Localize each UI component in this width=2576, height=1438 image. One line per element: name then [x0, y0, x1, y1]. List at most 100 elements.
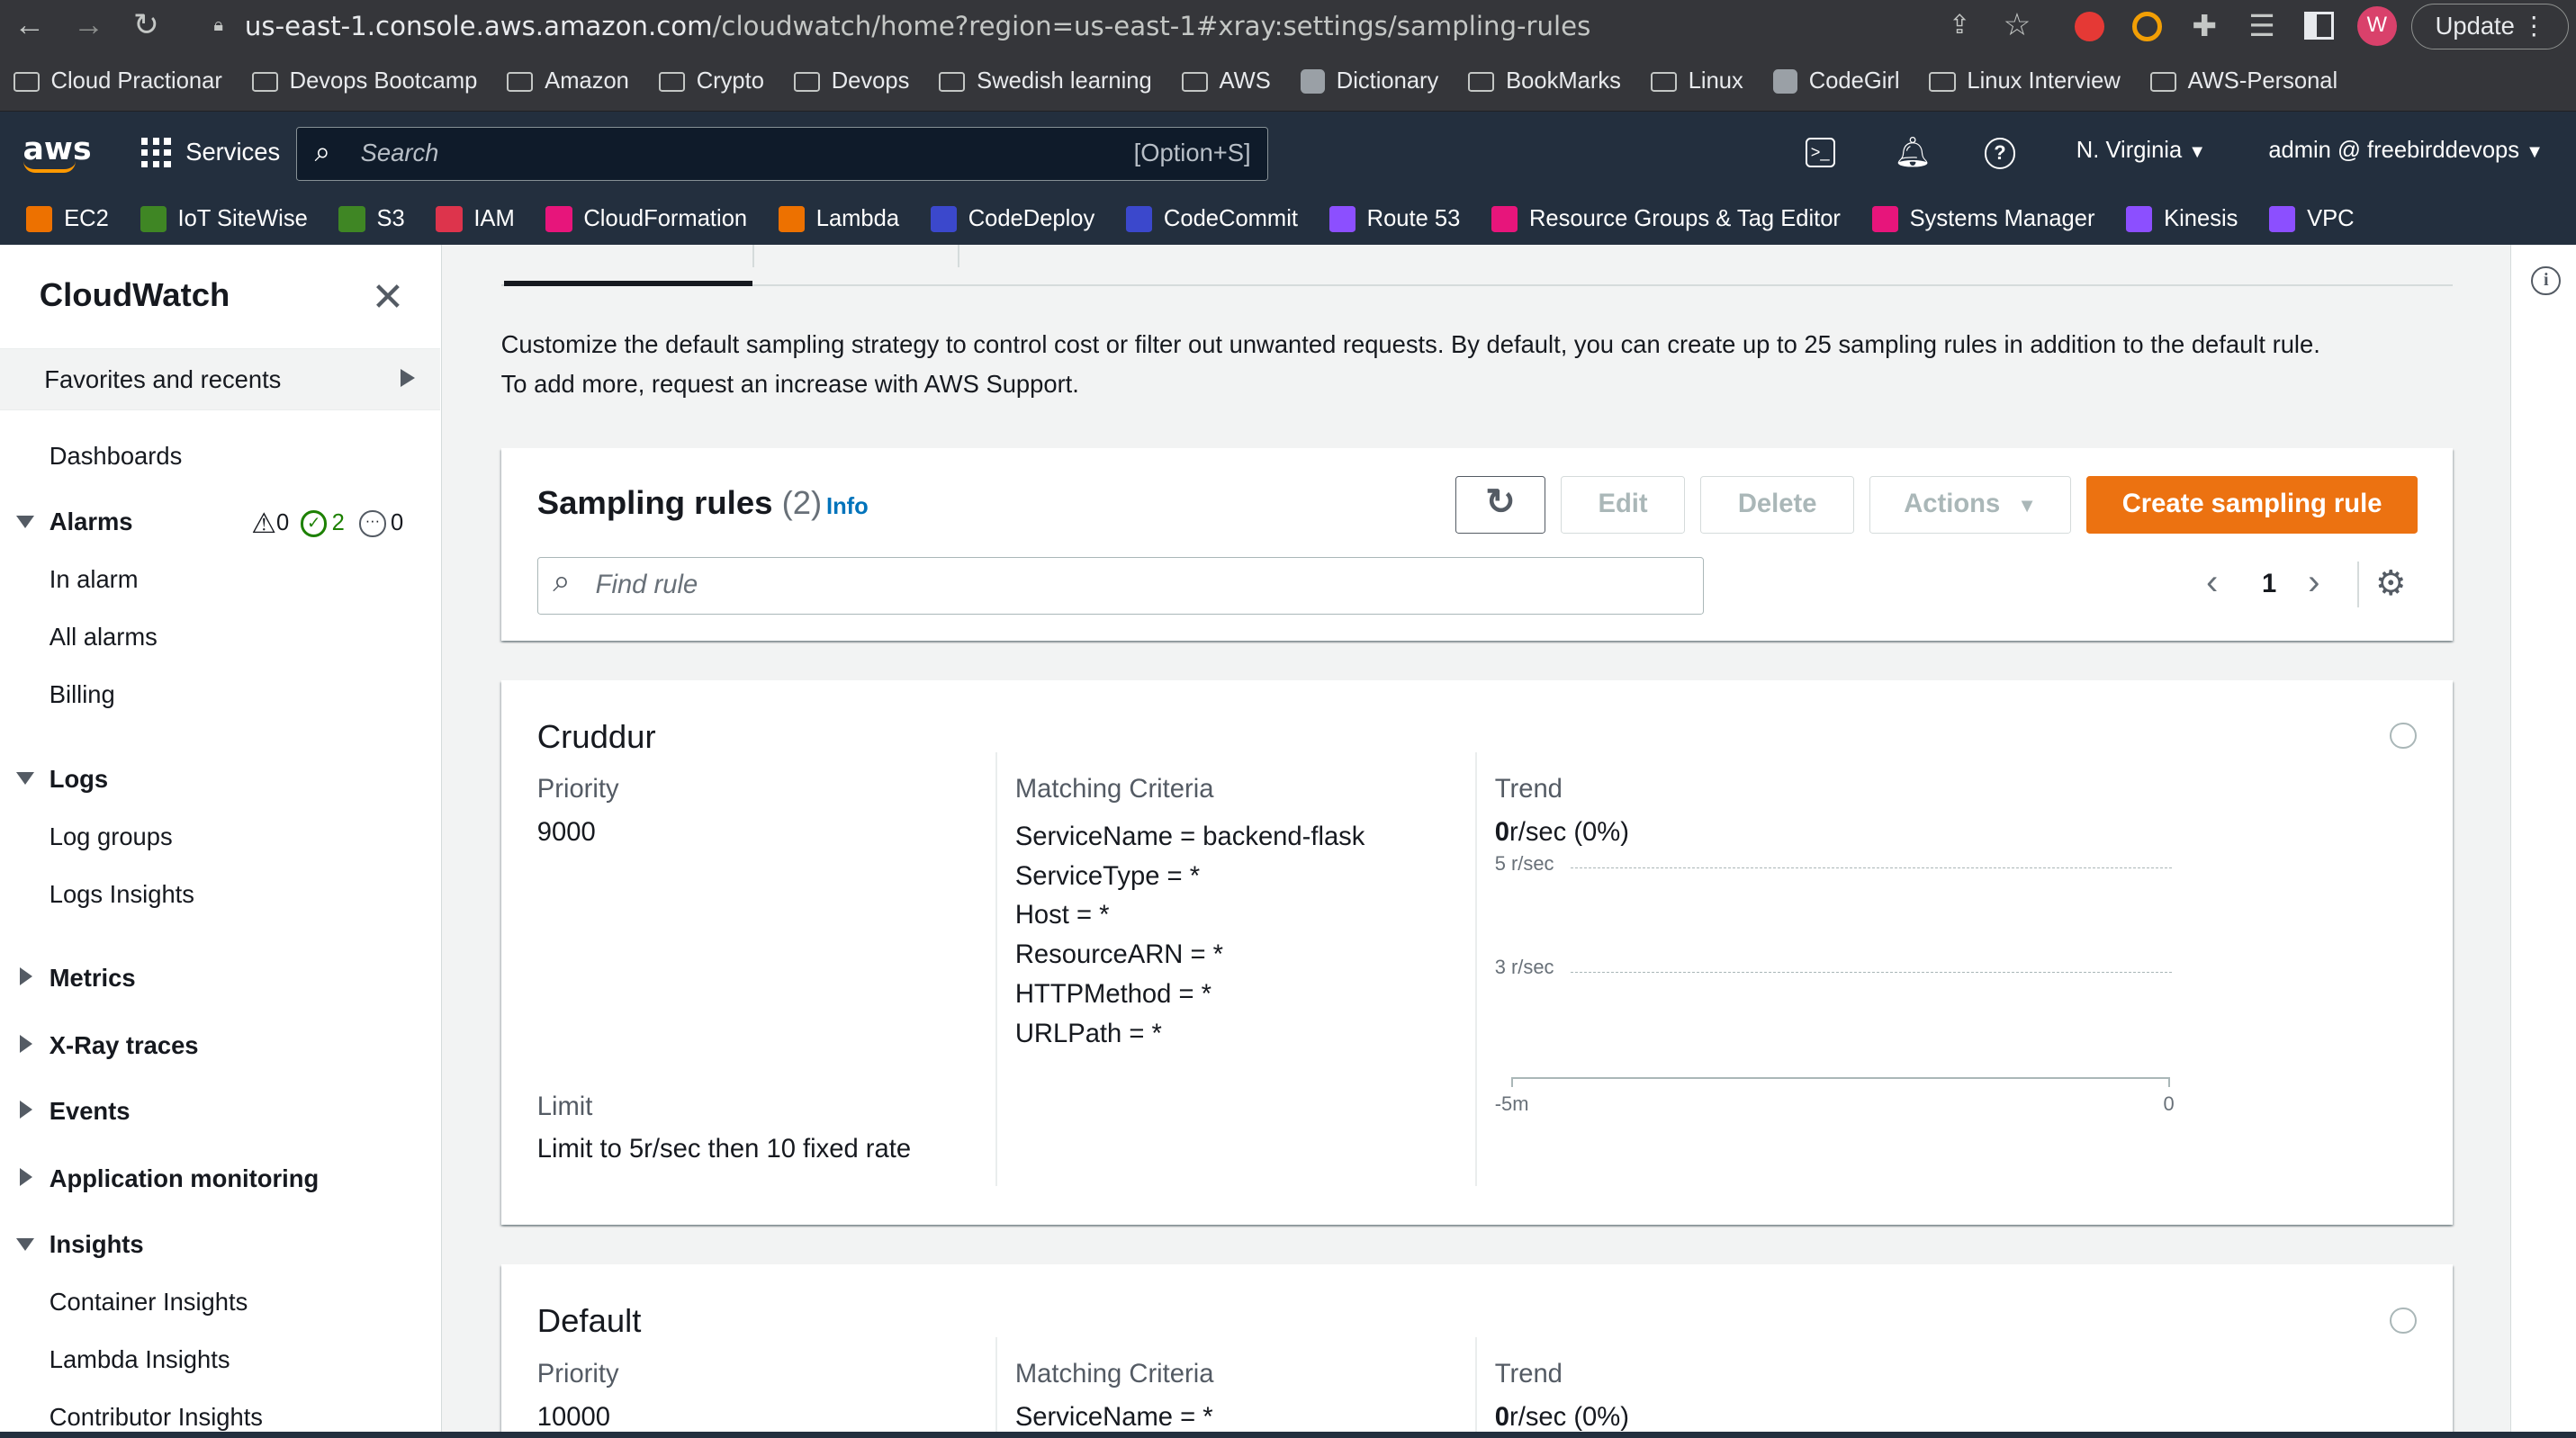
cloudshell-icon[interactable]: >_: [1805, 138, 1835, 168]
star-icon[interactable]: ☆: [1997, 6, 2037, 46]
account-menu[interactable]: admin @ freebirddevops ▼: [2268, 138, 2544, 164]
puzzle-icon[interactable]: ✚: [2184, 6, 2224, 46]
bookmark-item[interactable]: BookMarks: [1468, 68, 1621, 94]
trend-number: 0: [1494, 1402, 1509, 1432]
favorite-service[interactable]: VPC: [2269, 206, 2355, 233]
back-icon[interactable]: ←: [10, 6, 50, 46]
info-link[interactable]: Info: [826, 494, 869, 520]
bookmark-item[interactable]: AWS-Personal: [2149, 68, 2337, 94]
rule-card-default[interactable]: [500, 1264, 2453, 1438]
caret-right-icon[interactable]: [19, 1100, 32, 1119]
next-page-icon[interactable]: ›: [2308, 562, 2319, 603]
reload-icon[interactable]: ↻: [127, 6, 167, 46]
favorites-label: Favorites and recents: [44, 365, 282, 394]
caret-down-icon[interactable]: [16, 516, 35, 528]
services-menu[interactable]: Services: [185, 138, 280, 166]
bookmark-item[interactable]: Crypto: [658, 68, 764, 94]
sidebar-item-logs[interactable]: Logs: [50, 765, 108, 794]
service-icon: [436, 206, 463, 233]
rule-select-radio[interactable]: [2390, 1307, 2417, 1334]
sidebar-item-lambda-insights[interactable]: Lambda Insights: [50, 1345, 230, 1374]
update-button[interactable]: Update ⋮: [2411, 3, 2570, 49]
favorite-service[interactable]: CloudFormation: [545, 206, 747, 233]
extension-grammar-icon[interactable]: [2131, 11, 2162, 41]
caret-down-icon[interactable]: [16, 1238, 35, 1251]
sidebar-item-dashboards[interactable]: Dashboards: [50, 442, 183, 471]
service-icon: [1329, 206, 1356, 233]
bookmark-item[interactable]: Devops Bootcamp: [251, 68, 477, 94]
favorite-service[interactable]: EC2: [26, 206, 109, 233]
help-icon[interactable]: ?: [1984, 138, 2016, 169]
sidebar-item-contributor-insights[interactable]: Contributor Insights: [50, 1403, 263, 1432]
page-number[interactable]: 1: [2262, 570, 2276, 599]
favorite-service[interactable]: Kinesis: [2126, 206, 2238, 233]
sidebar-item-billing[interactable]: Billing: [50, 680, 115, 709]
favorites-and-recents[interactable]: Favorites and recents: [0, 347, 441, 411]
rule-select-radio[interactable]: [2390, 723, 2417, 750]
sidebar-item-log-groups[interactable]: Log groups: [50, 822, 173, 851]
prev-page-icon[interactable]: ‹: [2206, 562, 2218, 603]
favorite-service[interactable]: IAM: [436, 206, 515, 233]
bookmark-label: Amazon: [545, 68, 629, 94]
sidebar-item-insights[interactable]: Insights: [50, 1230, 144, 1259]
playlist-icon[interactable]: ☰: [2242, 6, 2282, 46]
forward-icon[interactable]: →: [69, 6, 109, 46]
service-icon: [26, 206, 53, 233]
caret-right-icon[interactable]: [19, 1167, 32, 1186]
alarm-count: 0: [276, 510, 290, 536]
caret-down-icon[interactable]: [16, 771, 35, 785]
bell-icon[interactable]: 🔔︎: [1894, 135, 1932, 170]
bookmark-item[interactable]: Devops: [793, 68, 909, 94]
bookmark-item[interactable]: Linux Interview: [1929, 68, 2121, 94]
bookmark-item[interactable]: Swedish learning: [939, 68, 1152, 94]
sidebar-item-events[interactable]: Events: [50, 1097, 131, 1126]
extension-adblock-icon[interactable]: [2074, 11, 2104, 41]
settings-icon[interactable]: ⚙: [2375, 563, 2406, 604]
address-bar[interactable]: us-east-1.console.aws.amazon.com/cloudwa…: [245, 0, 1986, 52]
sidebar-item-application-monitoring[interactable]: Application monitoring: [50, 1164, 319, 1193]
favorite-service[interactable]: IoT SiteWise: [140, 206, 308, 233]
bookmark-item[interactable]: Cloud Practionar: [13, 68, 222, 94]
folder-icon: [2149, 71, 2176, 92]
close-icon[interactable]: ✕: [371, 274, 404, 320]
search-input[interactable]: ⌕ Search [Option+S]: [295, 126, 1268, 181]
sidebar-item-xray[interactable]: X-Ray traces: [50, 1031, 199, 1060]
create-sampling-rule-button[interactable]: Create sampling rule: [2085, 476, 2418, 535]
warning-icon: ⚠︎: [251, 507, 277, 539]
sidebar-item-metrics[interactable]: Metrics: [50, 964, 136, 993]
bookmark-item[interactable]: Dictionary: [1300, 68, 1438, 94]
rule-name: Default: [536, 1302, 642, 1340]
sidepanel-icon[interactable]: [2304, 11, 2335, 40]
lock-icon[interactable]: 🔒︎: [199, 6, 239, 46]
edit-button[interactable]: Edit: [1560, 476, 1686, 535]
alarm-counts[interactable]: ⚠︎ 0 ✓ 2 ··· 0: [251, 508, 403, 540]
share-icon[interactable]: ⇪: [1940, 6, 1979, 46]
actions-button[interactable]: Actions ▼: [1869, 476, 2072, 535]
bookmark-item[interactable]: Amazon: [507, 68, 629, 94]
refresh-button[interactable]: ↻: [1455, 476, 1546, 535]
favorite-service[interactable]: CodeDeploy: [930, 206, 1094, 233]
find-rule-input[interactable]: ⌕ Find rule: [536, 556, 1704, 615]
favorite-service[interactable]: Route 53: [1329, 206, 1460, 233]
sidebar-item-alarms[interactable]: Alarms: [50, 508, 133, 536]
favorite-service[interactable]: S3: [338, 206, 405, 233]
delete-button[interactable]: Delete: [1699, 476, 1855, 535]
bookmark-item[interactable]: CodeGirl: [1772, 68, 1900, 94]
profile-avatar[interactable]: W: [2356, 6, 2397, 47]
sidebar-item-container-insights[interactable]: Container Insights: [50, 1288, 248, 1317]
sidebar-item-all-alarms[interactable]: All alarms: [50, 623, 158, 652]
sidebar-item-logs-insights[interactable]: Logs Insights: [50, 880, 194, 909]
service-label: Resource Groups & Tag Editor: [1528, 206, 1841, 232]
bookmark-item[interactable]: AWS: [1181, 68, 1271, 94]
favorite-service[interactable]: CodeCommit: [1125, 206, 1298, 233]
x-tick-label: -5m: [1494, 1092, 1529, 1115]
favorite-service[interactable]: Lambda: [778, 206, 899, 233]
favorite-service[interactable]: Systems Manager: [1871, 206, 2094, 233]
region-selector[interactable]: N. Virginia ▼: [2076, 138, 2206, 164]
sidebar-item-in-alarm[interactable]: In alarm: [50, 565, 139, 594]
bookmark-item[interactable]: Linux: [1650, 68, 1743, 94]
favorite-service[interactable]: Resource Groups & Tag Editor: [1491, 206, 1841, 233]
caret-right-icon[interactable]: [19, 1034, 32, 1053]
caret-right-icon[interactable]: [19, 966, 32, 985]
services-grid-icon[interactable]: [140, 138, 171, 168]
